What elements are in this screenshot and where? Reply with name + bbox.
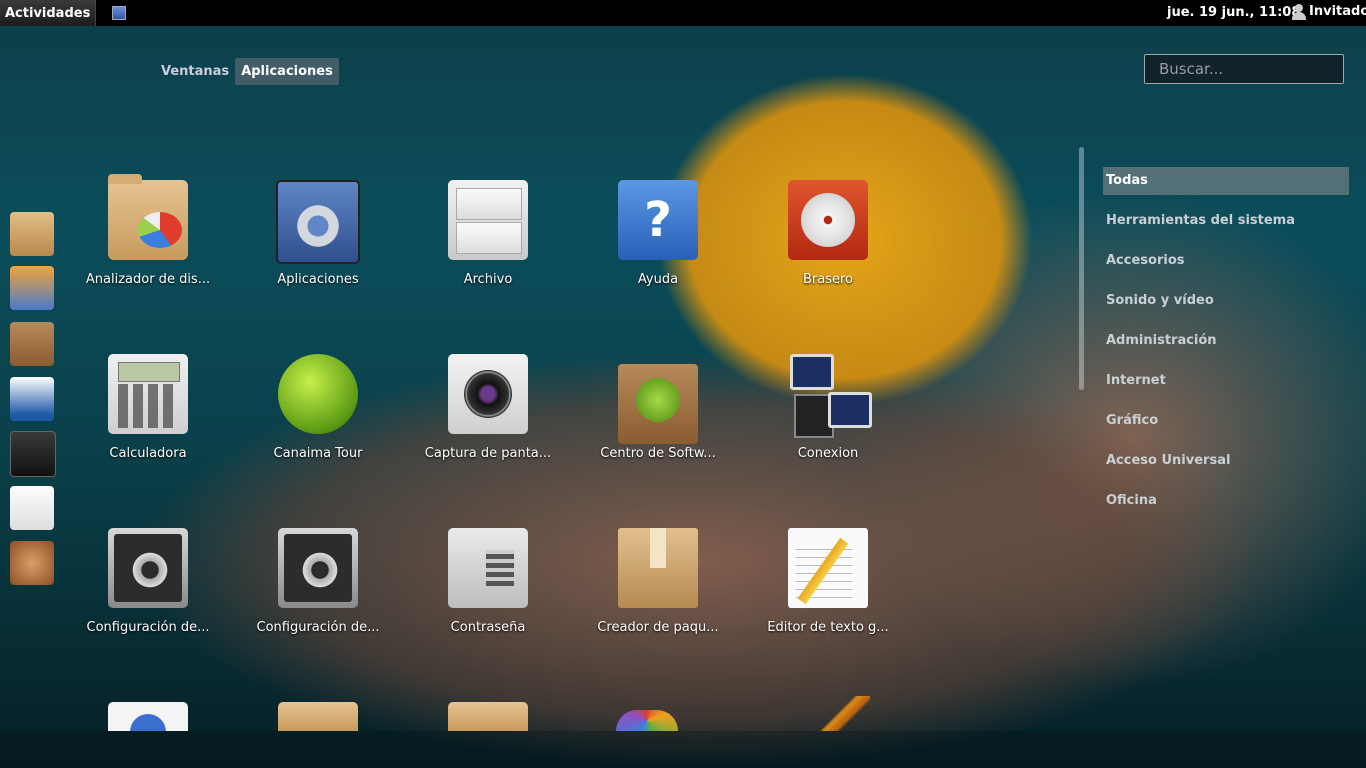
gimp-icon[interactable] (10, 266, 54, 310)
camera-icon (448, 354, 528, 434)
disc-burner-icon (788, 180, 868, 260)
text-editor-icon (788, 528, 868, 608)
category-grafico[interactable]: Gráfico (1103, 407, 1349, 435)
folder-icon[interactable] (278, 702, 358, 731)
app-ayuda[interactable]: ? Ayuda (573, 180, 743, 310)
app-label: Contraseña (450, 620, 526, 635)
canaima-tour-icon (278, 354, 358, 434)
app-label: Configuración de... (86, 620, 210, 635)
app-aplicaciones[interactable]: Aplicaciones (233, 180, 403, 310)
app-label: Analizador de dis... (85, 272, 211, 287)
app-label: Creador de paqu... (597, 620, 719, 635)
app-analizador[interactable]: Analizador de dis... (63, 174, 233, 310)
category-administracion[interactable]: Administración (1103, 327, 1349, 355)
tab-ventanas[interactable]: Ventanas (155, 58, 235, 85)
category-list: Todas Herramientas del sistema Accesorio… (1103, 167, 1349, 527)
clock[interactable]: jue. 19 jun., 11:08 (1167, 5, 1300, 20)
search-input[interactable] (1144, 54, 1344, 84)
folder-icon[interactable] (448, 702, 528, 731)
view-tabs: Ventanas Aplicaciones (155, 58, 339, 85)
config-gears-icon (108, 528, 188, 608)
text-editor-icon[interactable] (10, 486, 54, 530)
category-oficina[interactable]: Oficina (1103, 487, 1349, 515)
category-accesorios[interactable]: Accesorios (1103, 247, 1349, 275)
help-icon: ? (618, 180, 698, 260)
app-label: Archivo (463, 272, 513, 287)
category-herramientas[interactable]: Herramientas del sistema (1103, 207, 1349, 235)
app-contrasena[interactable]: Contraseña (403, 528, 573, 658)
user-name: Invitado (1309, 4, 1366, 19)
category-sonido-video[interactable]: Sonido y vídeo (1103, 287, 1349, 315)
safe-icon (448, 528, 528, 608)
app-archivo[interactable]: Archivo (403, 180, 573, 310)
app-label: Conexion (797, 446, 859, 461)
scrollbar[interactable] (1079, 147, 1084, 390)
software-center-icon[interactable] (10, 322, 54, 366)
activities-button[interactable]: Actividades (0, 0, 97, 26)
user-icon (1292, 3, 1306, 20)
config-gears-icon (278, 528, 358, 608)
app-label: Configuración de... (256, 620, 380, 635)
app-label: Aplicaciones (277, 272, 359, 287)
window-indicator-icon[interactable] (112, 6, 127, 20)
tab-aplicaciones[interactable]: Aplicaciones (235, 58, 339, 85)
network-computers-icon (788, 354, 872, 438)
category-acceso-universal[interactable]: Acceso Universal (1103, 447, 1349, 475)
power-icon (130, 714, 166, 731)
app-label: Calculadora (109, 446, 187, 461)
app-label: Brasero (802, 272, 853, 287)
top-bar: Actividades jue. 19 jun., 11:08 Invitado (0, 0, 1366, 26)
bottom-edge (0, 731, 1366, 768)
software-bag-icon (618, 364, 698, 444)
app-configuracion-2[interactable]: Configuración de... (233, 528, 403, 658)
brush-icon[interactable] (820, 696, 870, 731)
app-label: Ayuda (637, 272, 679, 287)
app-label: Centro de Softw... (600, 446, 716, 461)
app-centro-software[interactable]: Centro de Softw... (573, 354, 743, 484)
app-configuracion-1[interactable]: Configuración de... (63, 528, 233, 658)
app-label: Canaima Tour (273, 446, 363, 461)
settings-gear-icon (276, 180, 360, 264)
package-box-icon (618, 528, 698, 608)
disk-usage-icon (108, 174, 188, 260)
speaker-icon[interactable] (10, 541, 54, 585)
app-calculadora[interactable]: Calculadora (63, 354, 233, 484)
terminal-icon[interactable] (10, 431, 56, 477)
app-canaima-tour[interactable]: Canaima Tour (233, 354, 403, 484)
app-creador-paquetes[interactable]: Creador de paqu... (573, 528, 743, 658)
file-cabinet-icon (448, 180, 528, 260)
home-folder-icon[interactable] (10, 212, 54, 256)
app-label: Captura de panta... (424, 446, 552, 461)
app-label: Editor de texto g... (767, 620, 889, 635)
partial-app-icon[interactable] (108, 702, 188, 731)
category-internet[interactable]: Internet (1103, 367, 1349, 395)
category-todas[interactable]: Todas (1103, 167, 1349, 195)
app-editor-texto[interactable]: Editor de texto g... (743, 528, 913, 658)
app-brasero[interactable]: Brasero (743, 180, 913, 310)
calculator-icon (108, 354, 188, 434)
color-palette-icon[interactable] (616, 710, 678, 731)
user-menu[interactable]: Invitado (1292, 3, 1366, 20)
app-conexion[interactable]: Conexion (743, 354, 913, 484)
writer-icon[interactable] (10, 377, 54, 421)
app-captura[interactable]: Captura de panta... (403, 354, 573, 484)
